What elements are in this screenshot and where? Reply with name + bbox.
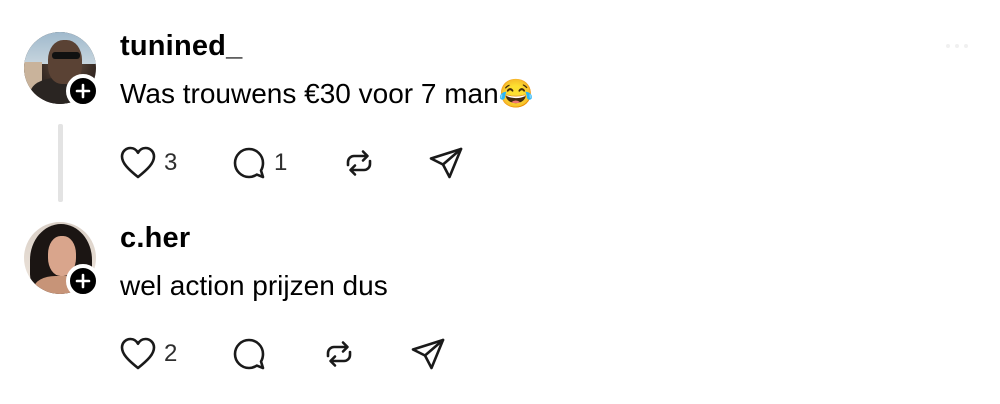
reply-post: tunined_ Was trouwens €30 voor 7 man😂 3 …	[0, 0, 1000, 210]
avatar-container[interactable]	[24, 32, 100, 108]
share-button[interactable]	[428, 146, 464, 180]
reply-count: 1	[274, 149, 288, 176]
comment-icon	[233, 147, 265, 179]
follow-button[interactable]	[66, 74, 100, 108]
like-button[interactable]: 2	[120, 336, 232, 372]
heart-icon	[120, 146, 156, 179]
repost-button[interactable]	[342, 146, 428, 180]
avatar-container[interactable]	[24, 222, 100, 298]
post-actions: 2	[120, 336, 446, 372]
comment-icon	[233, 338, 265, 370]
post-text: Was trouwens €30 voor 7 man😂	[120, 78, 534, 109]
share-button[interactable]	[410, 337, 446, 371]
thread-connector-line	[58, 124, 63, 202]
thread-view: tunined_ Was trouwens €30 voor 7 man😂 3 …	[0, 0, 1000, 404]
repost-icon	[346, 150, 372, 176]
repost-button[interactable]	[322, 337, 410, 371]
heart-icon	[120, 337, 156, 370]
more-dots-icon[interactable]	[946, 44, 968, 48]
post-text: wel action prijzen dus	[120, 270, 388, 301]
username[interactable]: c.her	[120, 220, 190, 256]
like-button[interactable]: 3	[120, 145, 232, 181]
post-content: c.her wel action prijzen dus	[120, 220, 976, 304]
username[interactable]: tunined_	[120, 28, 242, 64]
like-count: 3	[164, 149, 178, 176]
plus-icon	[75, 273, 91, 289]
like-count: 2	[164, 340, 178, 367]
reply-button[interactable]	[232, 337, 322, 371]
follow-button[interactable]	[66, 264, 100, 298]
reply-post: c.her wel action prijzen dus 2	[0, 210, 1000, 404]
send-icon	[411, 338, 445, 370]
post-content: tunined_ Was trouwens €30 voor 7 man😂	[120, 28, 976, 112]
post-actions: 3 1	[120, 145, 464, 181]
reply-button[interactable]: 1	[232, 145, 342, 181]
send-icon	[429, 147, 463, 179]
plus-icon	[75, 83, 91, 99]
repost-icon	[326, 341, 352, 367]
